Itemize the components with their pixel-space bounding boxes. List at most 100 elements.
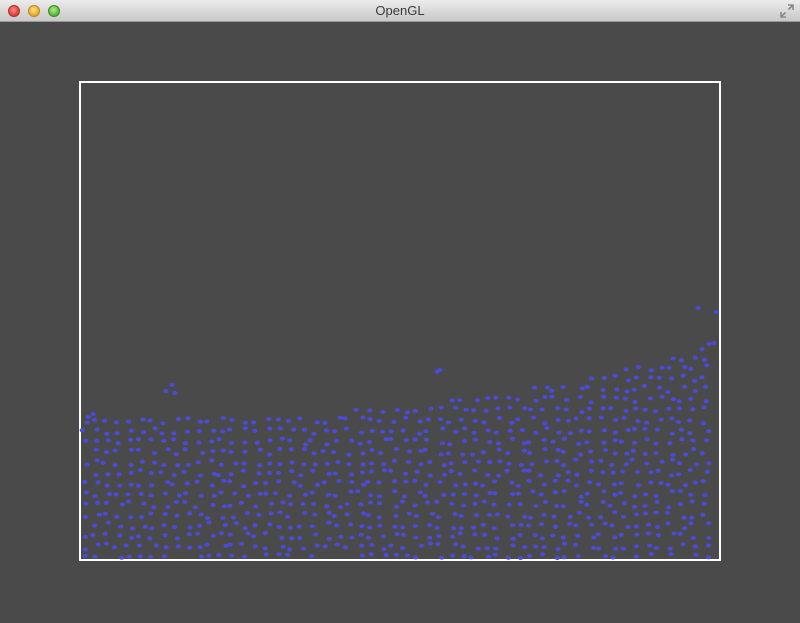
particle	[137, 468, 143, 472]
particle	[171, 525, 178, 530]
particle	[232, 491, 238, 496]
particle	[648, 375, 654, 380]
particle	[211, 428, 217, 433]
particle	[414, 469, 420, 474]
particle	[152, 426, 158, 431]
particle	[588, 468, 595, 473]
particle	[665, 521, 671, 526]
particle	[690, 407, 696, 412]
particle	[297, 416, 303, 421]
particle	[457, 398, 463, 403]
particle	[681, 515, 687, 520]
particle	[623, 408, 629, 413]
particle	[595, 546, 602, 551]
particle	[95, 480, 101, 485]
particle	[326, 510, 332, 515]
particle	[565, 418, 572, 423]
particle	[128, 515, 134, 520]
particle	[242, 426, 248, 431]
particle	[326, 492, 332, 497]
particle	[291, 480, 297, 485]
particle	[137, 554, 143, 559]
particle	[506, 395, 512, 400]
particle	[496, 447, 502, 452]
particle	[530, 489, 536, 494]
particle	[204, 515, 210, 520]
opengl-viewport[interactable]	[0, 22, 800, 623]
particle	[600, 470, 606, 475]
particle	[349, 479, 355, 484]
particle	[644, 437, 650, 442]
particle	[555, 473, 562, 478]
particle	[457, 471, 463, 476]
particle	[495, 406, 501, 411]
particle	[588, 400, 594, 405]
particle	[625, 524, 631, 529]
particle	[702, 384, 709, 389]
particle	[252, 544, 258, 549]
particle	[85, 415, 91, 419]
particle	[493, 395, 499, 400]
particle	[400, 499, 406, 504]
particle	[135, 447, 141, 452]
particle	[102, 511, 108, 516]
particle	[669, 489, 675, 494]
particle	[687, 468, 693, 472]
title-bar[interactable]: OpenGL	[0, 0, 800, 22]
particle	[624, 389, 630, 394]
particle	[182, 491, 189, 496]
particle	[117, 533, 123, 538]
particle	[509, 492, 516, 497]
particle	[222, 523, 228, 528]
particle	[507, 428, 513, 433]
particle	[701, 501, 707, 506]
particle	[505, 451, 511, 456]
particle	[381, 468, 387, 473]
particle	[331, 514, 337, 518]
particle	[540, 552, 546, 557]
particle	[659, 394, 665, 399]
particle	[601, 440, 607, 445]
particle	[689, 499, 695, 504]
particle	[449, 534, 456, 539]
particle	[452, 511, 458, 516]
particle	[152, 451, 158, 456]
particle	[289, 536, 295, 541]
particle	[359, 543, 365, 548]
particle	[676, 399, 682, 404]
particle	[332, 471, 338, 476]
particle	[704, 438, 710, 443]
particle	[227, 479, 233, 484]
particle	[573, 457, 579, 462]
particle	[267, 470, 273, 475]
particle	[527, 407, 534, 412]
particle	[611, 482, 618, 487]
particle	[675, 420, 682, 424]
particle	[703, 399, 710, 404]
particle	[437, 368, 443, 372]
particle	[648, 368, 654, 373]
particle	[578, 499, 584, 504]
particle	[388, 468, 394, 473]
particle	[346, 452, 352, 457]
particle	[517, 502, 523, 507]
particle	[670, 452, 676, 457]
particle	[492, 552, 498, 557]
particle	[96, 512, 102, 517]
particle	[368, 469, 374, 474]
particle	[381, 547, 387, 552]
particle	[403, 438, 409, 443]
particle	[128, 447, 135, 452]
particle	[445, 451, 451, 456]
particle	[598, 515, 604, 520]
particle	[538, 522, 545, 527]
particle	[376, 515, 382, 520]
particle	[326, 536, 332, 541]
particle	[187, 511, 193, 516]
particle	[699, 347, 705, 352]
particle	[434, 525, 440, 530]
particle	[367, 408, 373, 413]
particle	[93, 447, 99, 452]
particle	[491, 502, 497, 507]
fullscreen-icon[interactable]	[780, 4, 794, 18]
